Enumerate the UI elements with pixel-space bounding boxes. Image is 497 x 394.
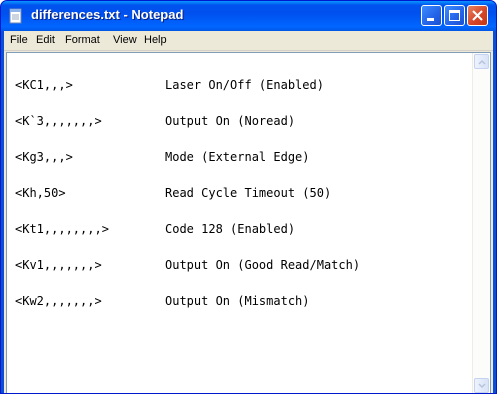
menu-format[interactable]: Format: [65, 34, 100, 46]
command-description: Code 128 (Enabled): [165, 222, 296, 236]
command-description: Output On (Good Read/Match): [165, 258, 361, 272]
notepad-icon[interactable]: [8, 7, 24, 25]
command-code: <Kh,50>: [15, 186, 66, 200]
command-code: <Kv1,,,,,,,>: [15, 258, 102, 272]
text-line: <K`3,,,,,,,> Output On (Noread): [15, 115, 470, 127]
menu-view[interactable]: View: [113, 34, 137, 46]
scroll-up-button[interactable]: [474, 54, 489, 69]
command-description: Output On (Noread): [165, 114, 296, 128]
notepad-window: differences.txt - Notepad File Edit Form…: [0, 0, 497, 394]
minimize-icon: [427, 18, 434, 21]
text-editor[interactable]: <KC1,,,> Laser On/Off (Enabled) <K`3,,,,,…: [6, 52, 491, 393]
command-code: <Kt1,,,,,,,,>: [15, 222, 109, 236]
minimize-button[interactable]: [421, 5, 442, 26]
text-line: <Kg3,,,> Mode (External Edge): [15, 151, 470, 163]
text-line: <Kt1,,,,,,,,> Code 128 (Enabled): [15, 223, 470, 235]
command-code: <K`3,,,,,,,>: [15, 114, 102, 128]
text-line: <Kh,50> Read Cycle Timeout (50): [15, 187, 470, 199]
command-description: Read Cycle Timeout (50): [165, 186, 332, 200]
menu-file[interactable]: File: [10, 34, 28, 46]
command-code: <KC1,,,>: [15, 78, 73, 92]
text-line: <KC1,,,> Laser On/Off (Enabled): [15, 79, 470, 91]
title-bar[interactable]: differences.txt - Notepad: [1, 1, 496, 31]
document-text[interactable]: <KC1,,,> Laser On/Off (Enabled) <K`3,,,,,…: [15, 55, 470, 331]
menu-help[interactable]: Help: [144, 34, 167, 46]
command-description: Laser On/Off (Enabled): [165, 78, 324, 92]
window-title: differences.txt - Notepad: [31, 7, 184, 22]
vertical-scrollbar[interactable]: [472, 53, 490, 393]
menu-bar: File Edit Format View Help: [4, 31, 493, 51]
maximize-button[interactable]: [444, 5, 465, 26]
command-description: Output On (Mismatch): [165, 294, 310, 308]
text-line: <Kv1,,,,,,,> Output On (Good Read/Match): [15, 259, 470, 271]
menu-edit[interactable]: Edit: [36, 34, 55, 46]
close-button[interactable]: [467, 5, 488, 26]
text-line: <Kw2,,,,,,,> Output On (Mismatch): [15, 295, 470, 307]
scroll-down-button[interactable]: [474, 378, 489, 393]
maximize-icon: [449, 10, 460, 21]
chevron-down-icon: [478, 383, 486, 389]
command-code: <Kw2,,,,,,,>: [15, 294, 102, 308]
command-description: Mode (External Edge): [165, 150, 310, 164]
command-code: <Kg3,,,>: [15, 150, 73, 164]
chevron-up-icon: [478, 59, 486, 65]
close-icon: [472, 10, 483, 21]
window-client-area: File Edit Format View Help <KC1,,,> Laser…: [4, 31, 493, 393]
